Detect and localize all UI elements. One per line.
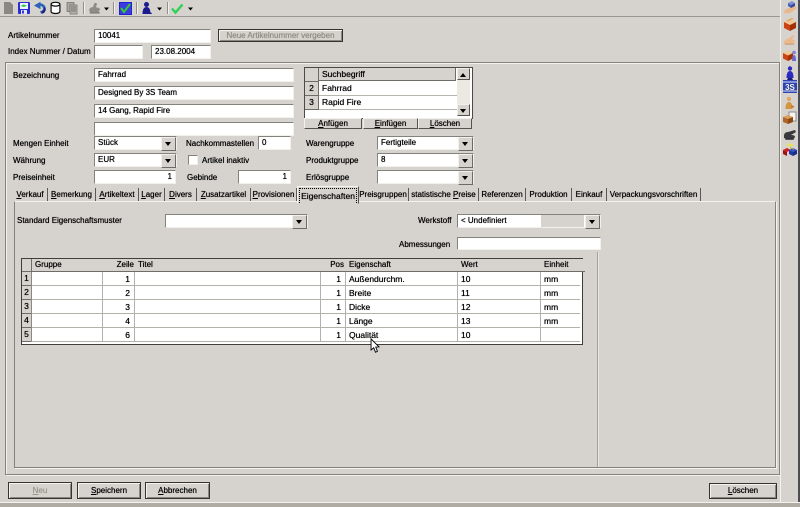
svg-text:3S: 3S [785, 83, 795, 92]
